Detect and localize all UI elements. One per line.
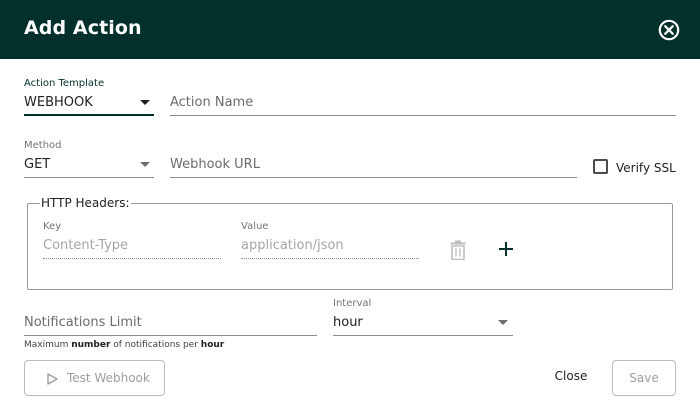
- method-value[interactable]: GET: [24, 157, 50, 172]
- notifications-limit-hint: Maximum number of notifications per hour: [24, 340, 225, 350]
- play-icon: [47, 373, 58, 385]
- header-value-underline: [241, 258, 419, 259]
- header-key-label: Key: [43, 221, 62, 232]
- action-name-placeholder[interactable]: Action Name: [170, 95, 253, 110]
- verify-ssl-checkbox[interactable]: [593, 159, 608, 174]
- action-template-label: Action Template: [24, 78, 105, 89]
- save-label: Save: [629, 371, 659, 385]
- close-button[interactable]: Close: [546, 369, 596, 387]
- http-headers-legend: HTTP Headers:: [40, 196, 131, 210]
- notifications-limit-placeholder[interactable]: Notifications Limit: [24, 315, 142, 330]
- plus-icon[interactable]: [498, 241, 514, 257]
- header-key-input[interactable]: Content-Type: [43, 238, 128, 253]
- test-webhook-button[interactable]: Test Webhook: [24, 360, 165, 396]
- interval-value[interactable]: hour: [333, 315, 363, 330]
- notifications-limit-underline: [24, 335, 317, 336]
- interval-underline: [333, 335, 513, 336]
- dialog-header: Add Action: [0, 0, 700, 59]
- action-template-value[interactable]: WEBHOOK: [24, 95, 93, 110]
- action-template-underline: [24, 114, 154, 116]
- caret-down-icon[interactable]: [140, 162, 150, 167]
- caret-down-icon[interactable]: [140, 100, 150, 105]
- interval-label: Interval: [333, 298, 372, 309]
- test-webhook-label: Test Webhook: [67, 371, 150, 385]
- method-label: Method: [24, 140, 62, 151]
- action-name-underline: [170, 115, 676, 116]
- webhook-url-underline: [170, 177, 577, 178]
- header-value-label: Value: [241, 221, 269, 232]
- header-key-underline: [43, 258, 221, 259]
- caret-down-icon[interactable]: [498, 320, 508, 325]
- close-circle-icon[interactable]: [658, 19, 680, 41]
- header-value-input[interactable]: application/json: [241, 238, 344, 253]
- verify-ssl-label[interactable]: Verify SSL: [616, 161, 676, 175]
- webhook-url-placeholder[interactable]: Webhook URL: [170, 157, 260, 172]
- trash-icon[interactable]: [450, 240, 466, 260]
- method-underline: [24, 177, 154, 178]
- dialog-title: Add Action: [24, 17, 142, 39]
- save-button[interactable]: Save: [612, 360, 676, 396]
